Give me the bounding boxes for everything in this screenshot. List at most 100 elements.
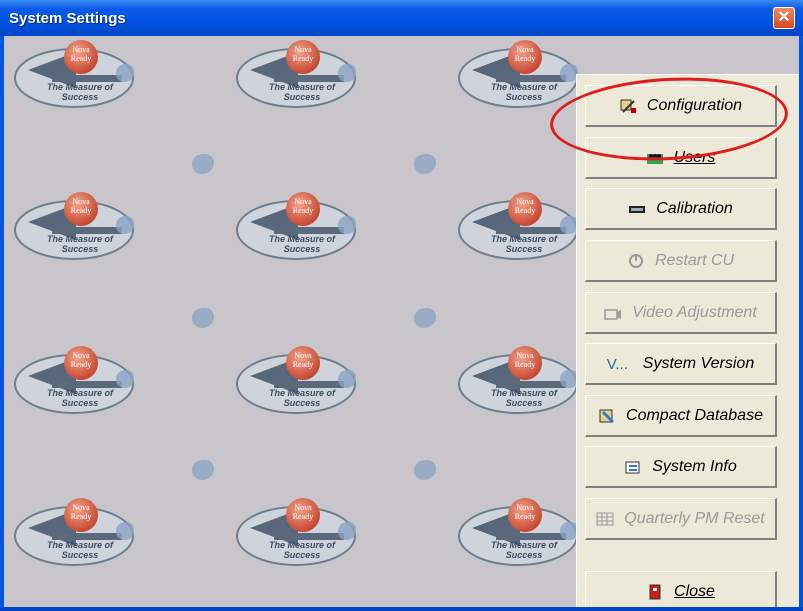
nova-ready-logo: Nova Ready The Measure of Success (458, 190, 582, 266)
water-drop-icon (414, 308, 436, 328)
nova-ready-logo: Nova Ready The Measure of Success (236, 344, 360, 420)
logo-tagline-line2: Success (283, 92, 321, 102)
logo-bar (274, 533, 344, 540)
nova-ready-logo: Nova Ready The Measure of Success (458, 38, 582, 114)
water-drop-icon (116, 522, 134, 540)
settings-button-panel: Configuration Users Calibration Restart … (576, 74, 799, 607)
nova-ready-logo: Nova Ready The Measure of Success (14, 190, 138, 266)
water-drop-icon (414, 154, 436, 174)
logo-tagline-line2: Success (61, 550, 99, 560)
configuration-button[interactable]: Configuration (585, 85, 777, 127)
logo-ball-line1: Nova (294, 197, 312, 206)
quarterly-pm-reset-button[interactable]: Quarterly PM Reset (585, 498, 777, 540)
water-drop-icon (414, 460, 436, 480)
logo-ball-line2: Ready (70, 54, 92, 63)
water-drop-icon (338, 522, 356, 540)
nova-ready-logo: Nova Ready The Measure of Success (14, 38, 138, 114)
nova-ready-logo: Nova Ready The Measure of Success (236, 38, 360, 114)
logo-tagline-line2: Success (61, 244, 99, 254)
logo-tagline-line1: The Measure of (490, 388, 557, 398)
water-drop-icon (116, 370, 134, 388)
logo-tagline-line2: Success (505, 244, 543, 254)
logo-ball: Nova Ready (286, 498, 320, 532)
logo-ball-line1: Nova (516, 45, 534, 54)
logo-tagline-line2: Success (505, 550, 543, 560)
logo-ball-line1: Nova (516, 197, 534, 206)
logo-bar (496, 533, 566, 540)
logo-ball: Nova Ready (286, 40, 320, 74)
water-drop-icon (116, 64, 134, 82)
window-close-button[interactable]: ✕ (773, 7, 795, 29)
logo-bar (496, 227, 566, 234)
system-info-label: System Info (652, 457, 737, 475)
logo-ball-line2: Ready (292, 360, 314, 369)
compact-database-button[interactable]: Compact Database (585, 395, 777, 437)
window-frame-right (799, 36, 803, 611)
water-drop-icon (192, 154, 214, 174)
logo-bar (274, 381, 344, 388)
logo-ball: Nova Ready (508, 346, 542, 380)
logo-tagline-line1: The Measure of (268, 234, 335, 244)
logo-ball-line1: Nova (516, 503, 534, 512)
logo-ball: Nova Ready (64, 346, 98, 380)
logo-tagline-line1: The Measure of (490, 82, 557, 92)
logo-tagline-line1: The Measure of (268, 388, 335, 398)
logo-bar (274, 227, 344, 234)
logo-ball-line1: Nova (516, 351, 534, 360)
logo-tagline-line2: Success (283, 398, 321, 408)
close-label: Close (674, 582, 715, 600)
wrench-config-icon (619, 98, 637, 114)
water-drop-icon (338, 64, 356, 82)
nova-ready-logo: Nova Ready The Measure of Success (14, 344, 138, 420)
system-version-button[interactable]: V... System Version (585, 343, 777, 385)
camera-icon (604, 305, 622, 321)
users-button[interactable]: Users (585, 137, 777, 179)
grid-icon (596, 511, 614, 527)
logo-ball-line2: Ready (292, 206, 314, 215)
logo-ball: Nova Ready (64, 40, 98, 74)
exit-door-icon (646, 584, 664, 600)
logo-ball-line1: Nova (72, 45, 90, 54)
logo-bar (52, 227, 122, 234)
compact-database-label: Compact Database (626, 406, 763, 424)
logo-ball-line2: Ready (70, 512, 92, 521)
users-label: Users (673, 148, 716, 166)
version-icon: V... (606, 355, 628, 373)
video-adjustment-button[interactable]: Video Adjustment (585, 292, 777, 334)
logo-tagline-line1: The Measure of (268, 540, 335, 550)
calibration-button[interactable]: Calibration (585, 188, 777, 230)
logo-ball: Nova Ready (508, 192, 542, 226)
restart-cu-button[interactable]: Restart CU (585, 240, 777, 282)
calibration-label: Calibration (656, 199, 733, 217)
water-drop-icon (338, 370, 356, 388)
nova-ready-logo: Nova Ready The Measure of Success (14, 496, 138, 572)
logo-tagline-line1: The Measure of (46, 82, 113, 92)
logo-ball: Nova Ready (508, 498, 542, 532)
logo-tagline-line1: The Measure of (490, 234, 557, 244)
nova-ready-logo: Nova Ready The Measure of Success (458, 344, 582, 420)
calibration-icon (628, 201, 646, 217)
window-frame-bottom (0, 607, 803, 611)
close-button[interactable]: Close (585, 571, 777, 607)
logo-ball-line2: Ready (514, 206, 536, 215)
logo-ball-line1: Nova (294, 503, 312, 512)
logo-ball: Nova Ready (508, 40, 542, 74)
system-info-button[interactable]: System Info (585, 446, 777, 488)
configuration-label: Configuration (646, 96, 743, 114)
system-version-label: System Version (642, 354, 755, 372)
video-adjustment-label: Video Adjustment (632, 303, 757, 321)
water-drop-icon (192, 460, 214, 480)
logo-tagline-line2: Success (283, 550, 321, 560)
logo-ball: Nova Ready (286, 346, 320, 380)
logo-ball-line2: Ready (292, 512, 314, 521)
logo-ball-line1: Nova (72, 197, 90, 206)
logo-bar (52, 533, 122, 540)
logo-ball-line2: Ready (514, 512, 536, 521)
logo-ball-line2: Ready (292, 54, 314, 63)
restart-icon (627, 253, 645, 269)
database-icon (598, 408, 616, 424)
quarterly-pm-reset-label: Quarterly PM Reset (624, 509, 765, 527)
logo-ball: Nova Ready (286, 192, 320, 226)
title-bar[interactable]: System Settings ✕ (0, 0, 803, 36)
logo-ball: Nova Ready (64, 498, 98, 532)
